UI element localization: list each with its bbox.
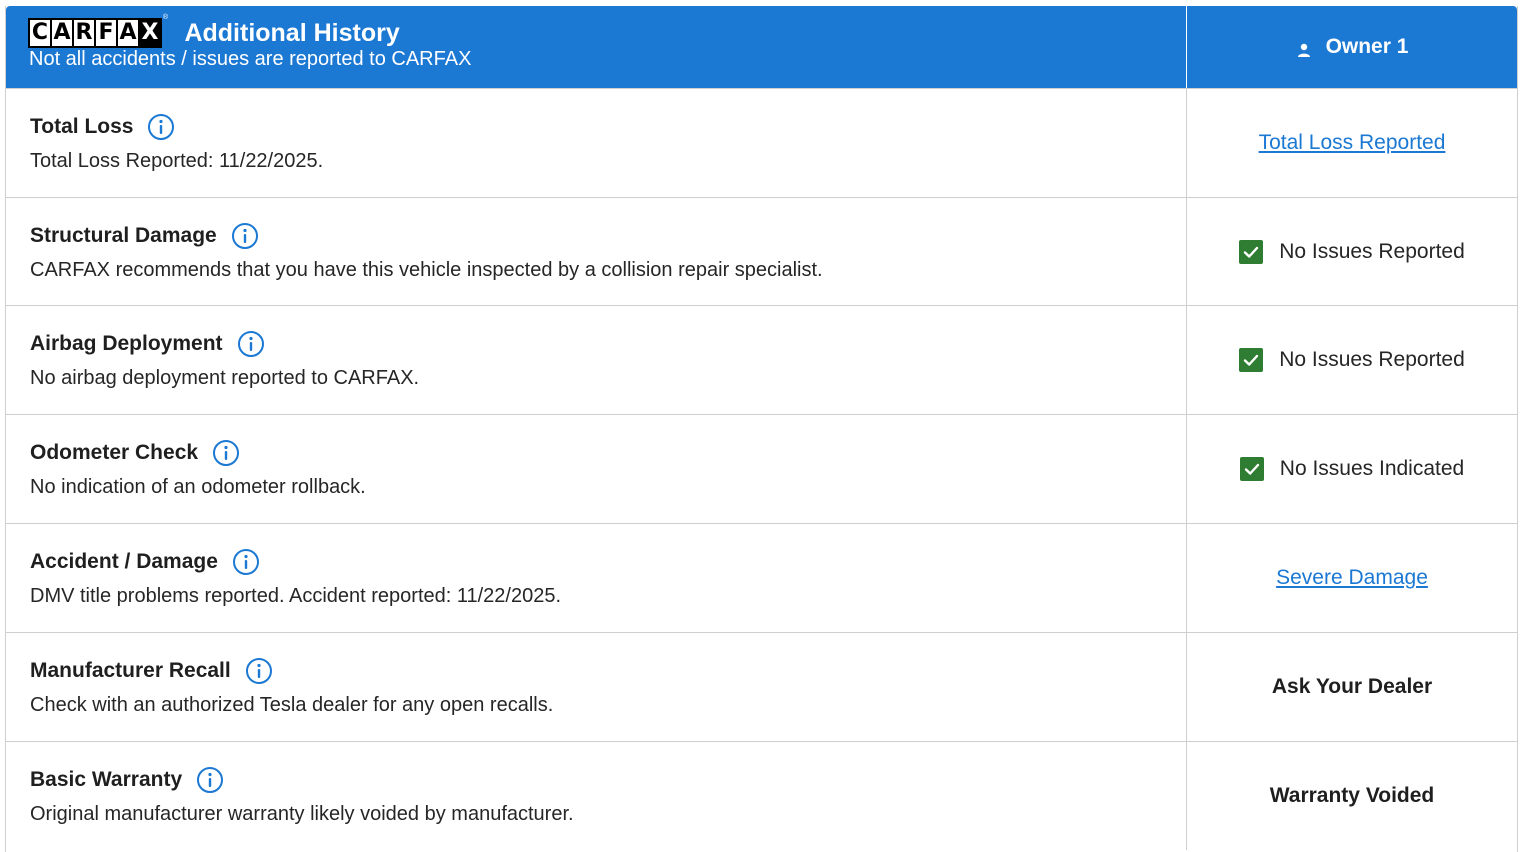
logo-letter: R: [72, 18, 96, 48]
status-check: No Issues Indicated: [1239, 457, 1465, 481]
table-row: Accident / Damage DMV title problems rep…: [6, 523, 1517, 632]
info-icon[interactable]: [231, 222, 259, 250]
checkmark-icon: [1239, 239, 1264, 264]
row-description: CARFAX recommends that you have this veh…: [30, 259, 823, 281]
row-title: Manufacturer Recall: [30, 659, 231, 682]
table-header: C A R F A X ® Additional History Not all…: [6, 6, 1517, 88]
info-icon[interactable]: [237, 330, 265, 358]
status-link[interactable]: Total Loss Reported: [1259, 131, 1446, 155]
logo-letter: A: [116, 18, 140, 48]
row-description-cell: Airbag Deployment No airbag deployment r…: [6, 306, 1187, 414]
row-description: Total Loss Reported: 11/22/2025.: [30, 150, 324, 172]
row-title: Accident / Damage: [30, 550, 218, 573]
row-title-wrap: Structural Damage: [30, 222, 1186, 250]
table-row: Odometer Check No indication of an odome…: [6, 414, 1517, 523]
row-description-cell: Structural Damage CARFAX recommends that…: [6, 198, 1187, 305]
row-description-cell: Manufacturer Recall Check with an author…: [6, 633, 1187, 741]
logo-letter: X: [138, 18, 162, 48]
page-title: Additional History: [184, 19, 400, 47]
row-description: DMV title problems reported. Accident re…: [30, 585, 562, 607]
row-status-cell: No Issues Indicated: [1187, 415, 1517, 523]
row-description: Original manufacturer warranty likely vo…: [30, 803, 574, 825]
row-status-cell: Ask Your Dealer: [1187, 633, 1517, 741]
status-check: No Issues Reported: [1239, 239, 1465, 264]
row-title: Airbag Deployment: [30, 332, 223, 355]
row-status-cell: Severe Damage: [1187, 524, 1517, 632]
row-title: Total Loss: [30, 115, 134, 138]
owner-column-header: Owner 1: [1187, 6, 1517, 88]
additional-history-table: C A R F A X ® Additional History Not all…: [5, 6, 1518, 852]
row-description: No airbag deployment reported to CARFAX.: [30, 367, 420, 389]
row-title-wrap: Accident / Damage: [30, 548, 1186, 576]
status-text: No Issues Reported: [1279, 239, 1465, 263]
person-icon: [1297, 43, 1310, 57]
logo-letter: C: [28, 18, 52, 48]
row-description-cell: Accident / Damage DMV title problems rep…: [6, 524, 1187, 632]
info-icon[interactable]: [245, 657, 273, 685]
page-subtitle: Not all accidents / issues are reported …: [29, 48, 472, 70]
status-text: No Issues Reported: [1279, 348, 1465, 371]
table-row: Structural Damage CARFAX recommends that…: [6, 197, 1517, 305]
row-description: Check with an authorized Tesla dealer fo…: [30, 694, 554, 716]
info-icon[interactable]: [212, 439, 240, 467]
checkmark-icon: [1239, 348, 1264, 372]
logo-letter: F: [94, 18, 118, 48]
row-title-wrap: Airbag Deployment: [30, 330, 1186, 358]
row-title-wrap: Odometer Check: [30, 439, 1186, 467]
header-left: C A R F A X ® Additional History Not all…: [6, 6, 1187, 88]
carfax-logo: C A R F A X ®: [28, 14, 168, 48]
row-status-cell: Total Loss Reported: [1187, 89, 1517, 197]
table-row: Airbag Deployment No airbag deployment r…: [6, 305, 1517, 414]
row-description-cell: Odometer Check No indication of an odome…: [6, 415, 1187, 523]
status-text: Warranty Voided: [1269, 784, 1435, 807]
registered-mark-icon: ®: [162, 14, 168, 21]
row-status-cell: No Issues Reported: [1187, 198, 1517, 305]
logo-letter: A: [50, 18, 74, 48]
owner-label: Owner 1: [1325, 35, 1409, 58]
status-text: Ask Your Dealer: [1271, 675, 1433, 698]
row-title-wrap: Total Loss: [30, 113, 1186, 141]
row-description-cell: Basic Warranty Original manufacturer war…: [6, 742, 1187, 850]
row-status-cell: Warranty Voided: [1187, 742, 1517, 850]
row-description-cell: Total Loss Total Loss Reported: 11/22/20…: [6, 89, 1187, 197]
row-status-cell: No Issues Reported: [1187, 306, 1517, 414]
row-title: Odometer Check: [30, 441, 199, 464]
info-icon[interactable]: [196, 766, 224, 794]
info-icon[interactable]: [232, 548, 260, 576]
row-title: Structural Damage: [30, 224, 217, 247]
table-row: Basic Warranty Original manufacturer war…: [6, 741, 1517, 850]
table-row: Manufacturer Recall Check with an author…: [6, 632, 1517, 741]
row-description: No indication of an odometer rollback.: [30, 476, 366, 498]
table-row: Total Loss Total Loss Reported: 11/22/20…: [6, 88, 1517, 197]
row-title-wrap: Basic Warranty: [30, 766, 1186, 794]
status-check: No Issues Reported: [1239, 348, 1465, 372]
status-link[interactable]: Severe Damage: [1276, 566, 1428, 590]
status-text: No Issues Indicated: [1279, 457, 1465, 480]
checkmark-icon: [1239, 457, 1264, 481]
row-title: Basic Warranty: [30, 768, 183, 791]
row-title-wrap: Manufacturer Recall: [30, 657, 1186, 685]
info-icon[interactable]: [147, 113, 175, 141]
